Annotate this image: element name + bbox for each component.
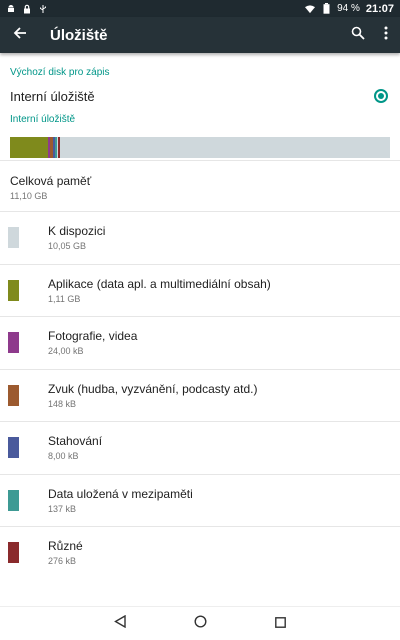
usb-icon (38, 4, 48, 14)
status-right: 94 % 21:07 (305, 3, 394, 15)
color-swatch (8, 437, 19, 459)
back-arrow-icon (13, 26, 27, 45)
color-swatch (8, 227, 19, 249)
android-icon (6, 4, 16, 14)
category-size: 276 kB (48, 556, 77, 567)
total-storage-row: Celková paměť 11,10 GB (0, 161, 400, 211)
write-disk-option-label: Interní úložiště (10, 88, 95, 104)
storage-content: Výchozí disk pro zápis Interní úložiště … (0, 53, 400, 606)
nav-recents-icon (274, 615, 286, 633)
category-row-audio[interactable]: Zvuk (hudba, vyzvánění, podcasty atd.) 1… (0, 370, 400, 422)
category-row-apps[interactable]: Aplikace (data apl. a multimediální obsa… (0, 265, 400, 317)
storage-usage-bar-wrap (0, 128, 400, 160)
more-options-button[interactable] (372, 17, 400, 53)
internal-storage-header: Interní úložiště (10, 114, 76, 125)
color-swatch (8, 279, 19, 301)
status-left (6, 4, 48, 14)
category-row-misc[interactable]: Různé 276 kB (0, 527, 400, 579)
color-swatch (8, 489, 19, 511)
battery-percent: 94 % (337, 3, 360, 14)
nav-home-icon (193, 614, 207, 633)
category-row-downloads[interactable]: Stahování 8,00 kB (0, 422, 400, 474)
lock-icon (22, 4, 32, 14)
category-list: K dispozici 10,05 GB Aplikace (data apl.… (0, 211, 400, 579)
write-disk-option[interactable]: Interní úložiště (0, 79, 400, 113)
back-button[interactable] (0, 17, 40, 53)
category-name: Různé (48, 539, 83, 554)
write-disk-header: Výchozí disk pro zápis (10, 67, 110, 78)
category-name: Stahování (48, 434, 103, 449)
storage-usage-bar (10, 137, 390, 158)
category-size: 148 kB (48, 398, 77, 409)
write-disk-radio[interactable] (374, 89, 388, 103)
category-size: 10,05 GB (48, 241, 87, 252)
category-name: K dispozici (48, 224, 106, 239)
usage-segment (57, 137, 61, 158)
toolbar: Úložiště (0, 17, 400, 53)
category-name: Aplikace (data apl. a multimediální obsa… (48, 276, 271, 291)
total-storage-value: 11,10 GB (10, 191, 48, 201)
color-swatch (8, 332, 19, 354)
category-name: Zvuk (hudba, vyzvánění, podcasty atd.) (48, 381, 258, 396)
category-name: Fotografie, videa (48, 329, 138, 344)
category-name: Data uložená v mezipaměti (48, 486, 193, 501)
clock: 21:07 (365, 2, 394, 15)
usage-segment (10, 137, 48, 158)
category-row-available[interactable]: K dispozici 10,05 GB (0, 212, 400, 264)
category-row-photos[interactable]: Fotografie, videa 24,00 kB (0, 317, 400, 369)
color-swatch (8, 542, 19, 564)
category-size: 8,00 kB (48, 451, 79, 462)
nav-recents-button[interactable] (266, 610, 294, 638)
category-row-cache[interactable]: Data uložená v mezipaměti 137 kB (0, 475, 400, 527)
nav-back-button[interactable] (106, 610, 134, 638)
navigation-bar (0, 606, 400, 640)
nav-home-button[interactable] (186, 610, 214, 638)
category-size: 137 kB (48, 503, 77, 514)
radio-selected-dot (378, 93, 384, 99)
search-button[interactable] (344, 17, 372, 53)
color-swatch (8, 384, 19, 406)
status-bar: 94 % 21:07 (0, 0, 400, 17)
more-vert-icon (384, 26, 388, 45)
wifi-icon (305, 4, 316, 14)
search-icon (351, 26, 365, 45)
total-storage-label: Celková paměť (10, 174, 92, 188)
page-title: Úložiště (50, 26, 108, 44)
category-size: 1,11 GB (48, 293, 81, 304)
nav-back-icon (114, 614, 126, 633)
category-size: 24,00 kB (48, 346, 84, 357)
battery-icon (321, 3, 331, 14)
